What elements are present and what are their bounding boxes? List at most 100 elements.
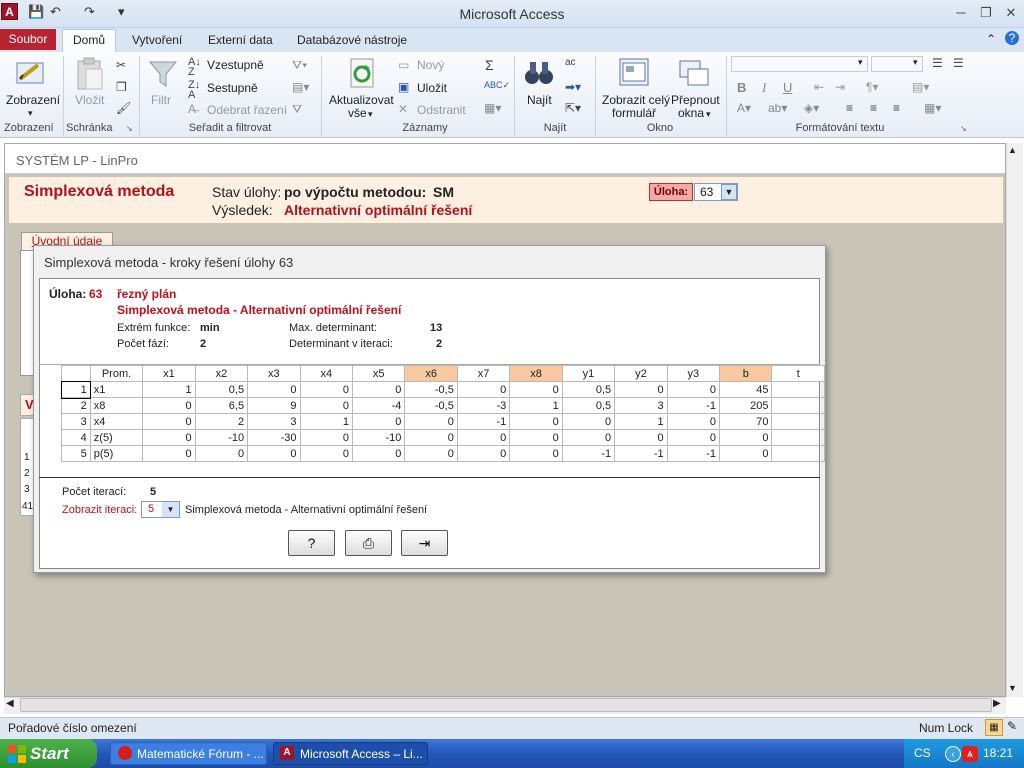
font-size-dropdown-icon[interactable]: ▾ [913,57,918,68]
refresh-all-icon[interactable] [346,57,378,91]
tab-database-tools[interactable]: Databázové nástroje [289,30,415,52]
scroll-left-icon[interactable]: ◀ [6,698,14,709]
goto-icon[interactable]: ➡▾ [565,80,581,94]
remove-sort-button[interactable]: Odebrat řazení [207,104,287,117]
switch-windows-icon[interactable] [678,57,710,89]
table-row[interactable]: 5 p(5) 0 0 0 0 0 0 0 0 -1 -1 -1 0 [61,445,825,462]
tab-external-data[interactable]: Externí data [200,30,281,52]
spelling-icon[interactable]: ABC✓ [484,80,510,91]
table-row[interactable]: 2 x8 0 6,5 9 0 -4 -0,5 -3 1 0,5 3 -1 205 [61,397,825,414]
increase-indent-icon[interactable]: ⇥ [835,80,845,94]
sort-descending-icon[interactable]: Z↓ A [188,80,200,101]
filter-icon[interactable] [148,58,178,90]
delete-record-icon[interactable]: ✕ [398,102,408,116]
collapse-ribbon-icon[interactable]: ⌃ [986,32,996,46]
tab-home[interactable]: Domů [62,29,116,53]
close-icon[interactable]: ✕ [1000,4,1022,22]
save-record-icon[interactable]: ▣ [398,80,409,94]
sort-descending-button[interactable]: Sestupně [207,82,258,95]
taskbar-item-access[interactable]: Microsoft Access – Li... [273,742,428,765]
sort-ascending-button[interactable]: Vzestupně [207,59,264,72]
selection-filter-icon[interactable]: ⛛▾ [292,58,307,73]
tab-file[interactable]: Soubor [0,29,56,50]
paste-icon[interactable] [74,57,106,91]
align-left-icon[interactable]: ≡ [846,101,853,115]
advanced-filter-icon[interactable]: ▤▾ [292,80,309,94]
row-number[interactable]: 2 [61,397,91,414]
clipboard-launcher-icon[interactable]: ↘ [126,124,133,133]
decrease-indent-icon[interactable]: ⇤ [814,80,824,94]
fill-color-icon[interactable]: ◈▾ [804,101,819,115]
task-dropdown-icon[interactable]: ▼ [721,184,737,200]
bold-button[interactable]: B [737,80,746,95]
design-view-icon[interactable]: ✎ [1007,719,1017,733]
exit-button[interactable]: ⇥ [401,530,448,556]
new-record-icon[interactable]: ▭ [398,58,409,72]
scroll-right-icon[interactable]: ▶ [993,698,1001,709]
view-dropdown-icon[interactable]: ▾ [28,107,33,120]
full-form-icon[interactable] [618,57,650,89]
minimize-icon[interactable]: ─ [950,4,972,22]
refresh-dropdown-icon[interactable]: ▾ [368,108,373,121]
font-name-select[interactable] [731,56,868,72]
paste-button[interactable]: Vložit [75,94,104,107]
select-icon[interactable]: ⇱▾ [565,101,581,115]
format-painter-icon[interactable]: 🖌 [116,101,131,115]
row-number[interactable]: 1 [60,380,92,399]
sort-ascending-icon[interactable]: A↓ Z [188,57,201,78]
font-color-icon[interactable]: A▾ [737,101,751,115]
taskbar-item-opera[interactable]: Matematické Fórum - ... [110,742,267,765]
text-format-launcher-icon[interactable]: ↘ [960,124,967,133]
delete-record-button[interactable]: Odstranit [417,104,466,117]
filter-button[interactable]: Filtr [151,94,171,107]
table-row[interactable]: 3 x4 0 2 3 1 0 0 -1 0 0 1 0 70 [61,413,825,430]
row-number[interactable]: 4 [61,429,91,446]
tab-create[interactable]: Vytvoření [124,30,190,52]
show-iteration-dropdown-icon[interactable]: ▼ [162,502,179,517]
underline-button[interactable]: U [783,80,792,95]
align-center-icon[interactable]: ≡ [870,101,877,115]
row-number[interactable]: 5 [61,445,91,462]
totals-icon[interactable]: Σ [485,57,494,73]
table-row[interactable]: 4 z(5) 0 -10 -30 0 -10 0 0 0 0 0 0 0 [61,429,825,446]
switch-windows-button-2[interactable]: okna [678,107,704,120]
print-button[interactable]: ⎙ [345,530,392,556]
font-name-dropdown-icon[interactable]: ▾ [858,57,863,68]
scroll-up-icon[interactable]: ▲ [1008,145,1017,155]
language-indicator[interactable]: CS [914,746,931,760]
new-record-button[interactable]: Nový [417,59,444,72]
highlight-color-icon[interactable]: ab▾ [768,101,787,115]
view-icon[interactable] [14,57,48,89]
table-gridlines-icon[interactable]: ▦▾ [924,101,941,115]
table-row[interactable]: 1 x1 1 0,5 0 0 0 -0,5 0 0 0,5 0 0 45 [60,380,825,399]
remove-sort-icon[interactable]: A̶ [188,102,196,116]
align-right-icon[interactable]: ≡ [893,101,900,115]
copy-icon[interactable]: ❐ [116,80,127,94]
view-button[interactable]: Zobrazení [6,94,60,107]
paragraph-direction-icon[interactable]: ¶▾ [866,80,878,94]
more-records-icon[interactable]: ▦▾ [484,101,501,115]
italic-button[interactable]: I [762,80,766,96]
bullets-icon[interactable]: ☰ [932,56,943,70]
back-arrow-tray-icon[interactable]: ‹ [945,746,961,762]
cut-icon[interactable]: ✂ [116,58,126,72]
vertical-scrollbar[interactable] [1006,143,1023,697]
find-button[interactable]: Najít [527,94,552,107]
help-icon[interactable]: ? [1005,31,1019,45]
full-form-button-2[interactable]: formulář [612,107,656,120]
save-record-button[interactable]: Uložit [417,82,447,95]
antivirus-tray-icon[interactable]: ѧ [962,746,978,762]
restore-icon[interactable]: ❐ [975,4,997,22]
find-binoculars-icon[interactable] [524,58,554,88]
form-view-icon[interactable]: ▦ [985,719,1003,736]
help-button[interactable]: ? [288,530,335,556]
row-number[interactable]: 3 [61,413,91,430]
refresh-all-button-2[interactable]: vše [348,107,367,120]
replace-icon[interactable]: ac [565,57,576,68]
gridlines-icon[interactable]: ▤▾ [912,80,929,94]
horizontal-scroll-thumb[interactable] [20,698,992,712]
switch-windows-dropdown-icon[interactable]: ▾ [706,108,711,121]
scroll-down-icon[interactable]: ▼ [1008,683,1017,693]
toggle-filter-icon[interactable]: ⛛ [292,102,302,117]
numbering-icon[interactable]: ☰ [953,56,964,70]
